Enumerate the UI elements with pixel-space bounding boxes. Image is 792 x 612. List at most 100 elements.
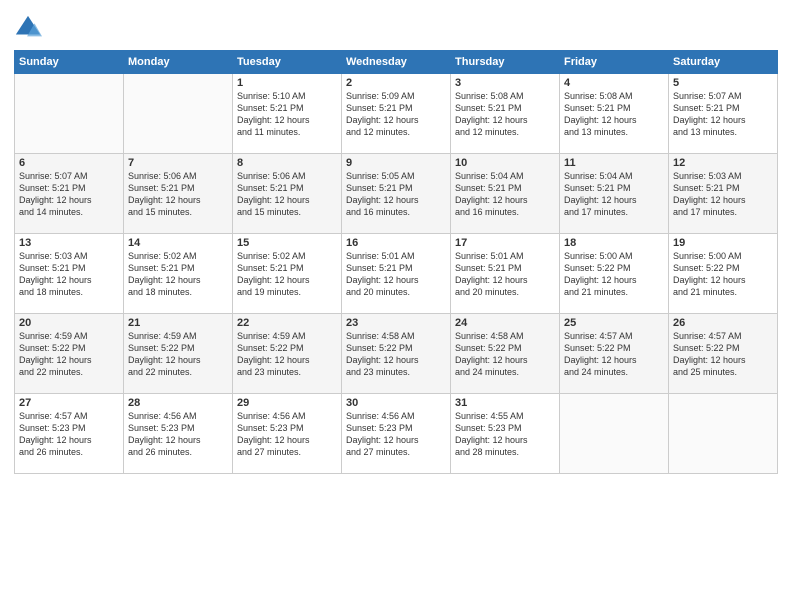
day-info: Sunrise: 5:07 AM Sunset: 5:21 PM Dayligh… — [673, 90, 773, 139]
day-number: 11 — [564, 157, 664, 169]
day-number: 20 — [19, 317, 119, 329]
day-info: Sunrise: 5:01 AM Sunset: 5:21 PM Dayligh… — [455, 250, 555, 299]
day-info: Sunrise: 5:10 AM Sunset: 5:21 PM Dayligh… — [237, 90, 337, 139]
day-cell: 2Sunrise: 5:09 AM Sunset: 5:21 PM Daylig… — [342, 74, 451, 154]
day-number: 9 — [346, 157, 446, 169]
day-number: 22 — [237, 317, 337, 329]
day-cell: 6Sunrise: 5:07 AM Sunset: 5:21 PM Daylig… — [15, 154, 124, 234]
day-number: 6 — [19, 157, 119, 169]
day-cell: 8Sunrise: 5:06 AM Sunset: 5:21 PM Daylig… — [233, 154, 342, 234]
day-number: 2 — [346, 77, 446, 89]
weekday-thursday: Thursday — [451, 51, 560, 74]
day-info: Sunrise: 4:58 AM Sunset: 5:22 PM Dayligh… — [455, 330, 555, 379]
day-number: 8 — [237, 157, 337, 169]
day-info: Sunrise: 5:00 AM Sunset: 5:22 PM Dayligh… — [673, 250, 773, 299]
weekday-tuesday: Tuesday — [233, 51, 342, 74]
day-number: 26 — [673, 317, 773, 329]
day-number: 16 — [346, 237, 446, 249]
day-number: 15 — [237, 237, 337, 249]
day-cell: 16Sunrise: 5:01 AM Sunset: 5:21 PM Dayli… — [342, 234, 451, 314]
day-info: Sunrise: 5:02 AM Sunset: 5:21 PM Dayligh… — [128, 250, 228, 299]
day-number: 3 — [455, 77, 555, 89]
day-info: Sunrise: 5:03 AM Sunset: 5:21 PM Dayligh… — [19, 250, 119, 299]
page: SundayMondayTuesdayWednesdayThursdayFrid… — [0, 0, 792, 612]
day-number: 13 — [19, 237, 119, 249]
day-info: Sunrise: 5:08 AM Sunset: 5:21 PM Dayligh… — [564, 90, 664, 139]
day-cell: 25Sunrise: 4:57 AM Sunset: 5:22 PM Dayli… — [560, 314, 669, 394]
day-cell — [560, 394, 669, 474]
day-number: 23 — [346, 317, 446, 329]
day-cell: 13Sunrise: 5:03 AM Sunset: 5:21 PM Dayli… — [15, 234, 124, 314]
day-info: Sunrise: 5:05 AM Sunset: 5:21 PM Dayligh… — [346, 170, 446, 219]
week-row-5: 27Sunrise: 4:57 AM Sunset: 5:23 PM Dayli… — [15, 394, 778, 474]
weekday-monday: Monday — [124, 51, 233, 74]
day-cell: 23Sunrise: 4:58 AM Sunset: 5:22 PM Dayli… — [342, 314, 451, 394]
day-info: Sunrise: 5:06 AM Sunset: 5:21 PM Dayligh… — [128, 170, 228, 219]
day-cell: 7Sunrise: 5:06 AM Sunset: 5:21 PM Daylig… — [124, 154, 233, 234]
day-number: 14 — [128, 237, 228, 249]
day-cell: 27Sunrise: 4:57 AM Sunset: 5:23 PM Dayli… — [15, 394, 124, 474]
day-info: Sunrise: 5:07 AM Sunset: 5:21 PM Dayligh… — [19, 170, 119, 219]
day-cell: 10Sunrise: 5:04 AM Sunset: 5:21 PM Dayli… — [451, 154, 560, 234]
day-info: Sunrise: 4:57 AM Sunset: 5:22 PM Dayligh… — [673, 330, 773, 379]
day-cell: 31Sunrise: 4:55 AM Sunset: 5:23 PM Dayli… — [451, 394, 560, 474]
day-cell: 5Sunrise: 5:07 AM Sunset: 5:21 PM Daylig… — [669, 74, 778, 154]
day-cell: 20Sunrise: 4:59 AM Sunset: 5:22 PM Dayli… — [15, 314, 124, 394]
day-cell: 21Sunrise: 4:59 AM Sunset: 5:22 PM Dayli… — [124, 314, 233, 394]
day-number: 19 — [673, 237, 773, 249]
day-number: 31 — [455, 397, 555, 409]
day-info: Sunrise: 4:56 AM Sunset: 5:23 PM Dayligh… — [346, 410, 446, 459]
day-cell: 22Sunrise: 4:59 AM Sunset: 5:22 PM Dayli… — [233, 314, 342, 394]
day-cell: 3Sunrise: 5:08 AM Sunset: 5:21 PM Daylig… — [451, 74, 560, 154]
day-info: Sunrise: 5:09 AM Sunset: 5:21 PM Dayligh… — [346, 90, 446, 139]
day-info: Sunrise: 5:04 AM Sunset: 5:21 PM Dayligh… — [564, 170, 664, 219]
week-row-2: 6Sunrise: 5:07 AM Sunset: 5:21 PM Daylig… — [15, 154, 778, 234]
day-cell: 9Sunrise: 5:05 AM Sunset: 5:21 PM Daylig… — [342, 154, 451, 234]
day-cell — [124, 74, 233, 154]
day-cell: 15Sunrise: 5:02 AM Sunset: 5:21 PM Dayli… — [233, 234, 342, 314]
day-cell: 17Sunrise: 5:01 AM Sunset: 5:21 PM Dayli… — [451, 234, 560, 314]
day-cell: 24Sunrise: 4:58 AM Sunset: 5:22 PM Dayli… — [451, 314, 560, 394]
day-number: 10 — [455, 157, 555, 169]
day-cell: 29Sunrise: 4:56 AM Sunset: 5:23 PM Dayli… — [233, 394, 342, 474]
day-info: Sunrise: 4:56 AM Sunset: 5:23 PM Dayligh… — [237, 410, 337, 459]
calendar: SundayMondayTuesdayWednesdayThursdayFrid… — [14, 50, 778, 474]
day-cell: 12Sunrise: 5:03 AM Sunset: 5:21 PM Dayli… — [669, 154, 778, 234]
day-number: 30 — [346, 397, 446, 409]
day-number: 27 — [19, 397, 119, 409]
day-cell: 4Sunrise: 5:08 AM Sunset: 5:21 PM Daylig… — [560, 74, 669, 154]
day-number: 18 — [564, 237, 664, 249]
day-number: 5 — [673, 77, 773, 89]
day-cell: 30Sunrise: 4:56 AM Sunset: 5:23 PM Dayli… — [342, 394, 451, 474]
day-number: 28 — [128, 397, 228, 409]
day-info: Sunrise: 5:01 AM Sunset: 5:21 PM Dayligh… — [346, 250, 446, 299]
day-info: Sunrise: 4:57 AM Sunset: 5:22 PM Dayligh… — [564, 330, 664, 379]
day-number: 7 — [128, 157, 228, 169]
day-cell: 14Sunrise: 5:02 AM Sunset: 5:21 PM Dayli… — [124, 234, 233, 314]
day-info: Sunrise: 4:59 AM Sunset: 5:22 PM Dayligh… — [237, 330, 337, 379]
weekday-friday: Friday — [560, 51, 669, 74]
day-info: Sunrise: 4:55 AM Sunset: 5:23 PM Dayligh… — [455, 410, 555, 459]
weekday-wednesday: Wednesday — [342, 51, 451, 74]
day-number: 17 — [455, 237, 555, 249]
day-cell: 26Sunrise: 4:57 AM Sunset: 5:22 PM Dayli… — [669, 314, 778, 394]
logo — [14, 14, 46, 42]
day-number: 25 — [564, 317, 664, 329]
day-info: Sunrise: 5:08 AM Sunset: 5:21 PM Dayligh… — [455, 90, 555, 139]
day-number: 12 — [673, 157, 773, 169]
day-number: 29 — [237, 397, 337, 409]
day-number: 24 — [455, 317, 555, 329]
day-cell — [669, 394, 778, 474]
day-cell: 1Sunrise: 5:10 AM Sunset: 5:21 PM Daylig… — [233, 74, 342, 154]
day-info: Sunrise: 5:02 AM Sunset: 5:21 PM Dayligh… — [237, 250, 337, 299]
day-info: Sunrise: 5:03 AM Sunset: 5:21 PM Dayligh… — [673, 170, 773, 219]
day-info: Sunrise: 4:56 AM Sunset: 5:23 PM Dayligh… — [128, 410, 228, 459]
logo-icon — [14, 14, 42, 42]
day-cell: 11Sunrise: 5:04 AM Sunset: 5:21 PM Dayli… — [560, 154, 669, 234]
day-info: Sunrise: 5:04 AM Sunset: 5:21 PM Dayligh… — [455, 170, 555, 219]
day-info: Sunrise: 4:59 AM Sunset: 5:22 PM Dayligh… — [128, 330, 228, 379]
weekday-saturday: Saturday — [669, 51, 778, 74]
day-info: Sunrise: 5:00 AM Sunset: 5:22 PM Dayligh… — [564, 250, 664, 299]
day-cell: 28Sunrise: 4:56 AM Sunset: 5:23 PM Dayli… — [124, 394, 233, 474]
day-info: Sunrise: 4:59 AM Sunset: 5:22 PM Dayligh… — [19, 330, 119, 379]
